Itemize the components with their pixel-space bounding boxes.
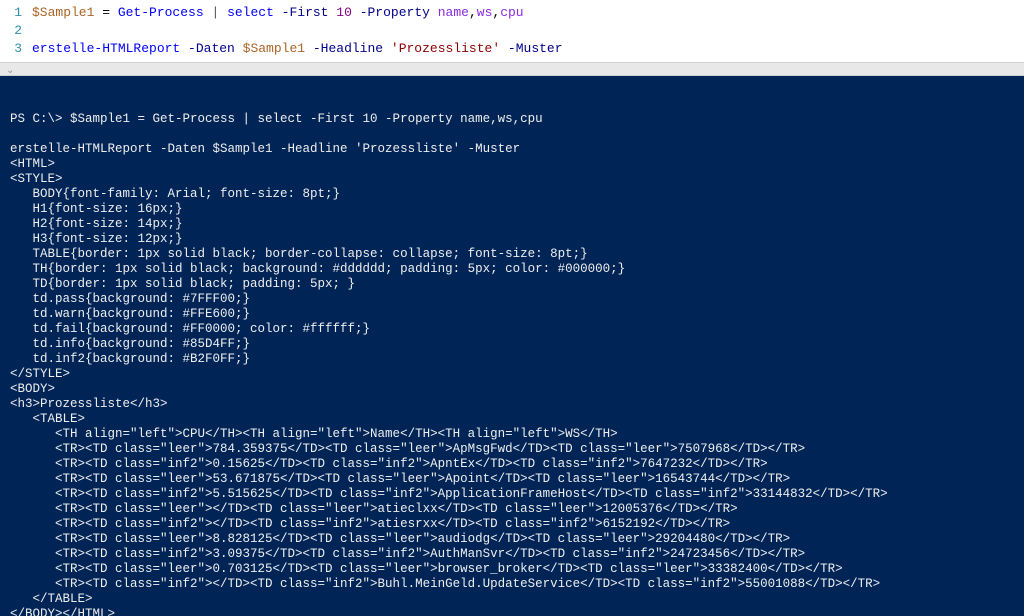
console-output[interactable]: PS C:\> $Sample1 = Get-Process | select … (0, 76, 1024, 616)
line-number: 1 (0, 4, 32, 22)
editor-line[interactable]: 1$Sample1 = Get-Process | select -First … (0, 4, 1024, 22)
line-content[interactable] (32, 22, 1024, 40)
line-number: 2 (0, 22, 32, 40)
editor-line[interactable]: 3erstelle-HTMLReport -Daten $Sample1 -He… (0, 40, 1024, 58)
line-number: 3 (0, 40, 32, 58)
line-content[interactable]: erstelle-HTMLReport -Daten $Sample1 -Hea… (32, 40, 1024, 58)
chevron-down-icon: ⌄ (6, 65, 14, 77)
pane-divider[interactable]: ⌄ (0, 62, 1024, 76)
script-editor[interactable]: 1$Sample1 = Get-Process | select -First … (0, 0, 1024, 62)
line-content[interactable]: $Sample1 = Get-Process | select -First 1… (32, 4, 1024, 22)
editor-line[interactable]: 2 (0, 22, 1024, 40)
console-text: PS C:\> $Sample1 = Get-Process | select … (10, 112, 1014, 616)
